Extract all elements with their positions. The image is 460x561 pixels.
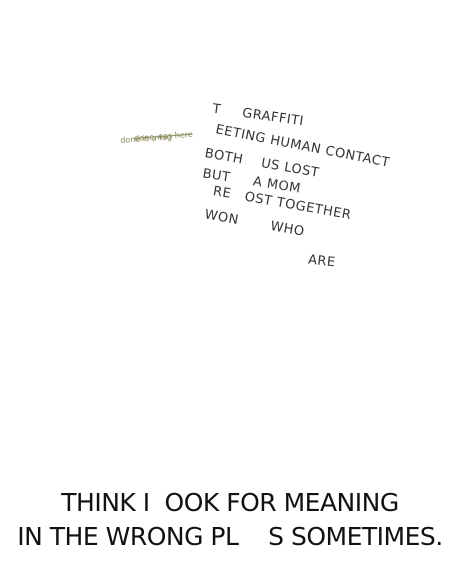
caption-line-2: IN THE WRONG PL S SOMETIMES. [17,522,443,551]
comic-panel: done was here done is a fag T GRAFFITI E… [0,0,460,561]
graffiti-wall: done was here done is a fag T GRAFFITI E… [0,0,460,300]
caption-line-1: THINK I OOK FOR MEANING [61,488,399,517]
graffiti-line-7: ARE [307,252,337,271]
